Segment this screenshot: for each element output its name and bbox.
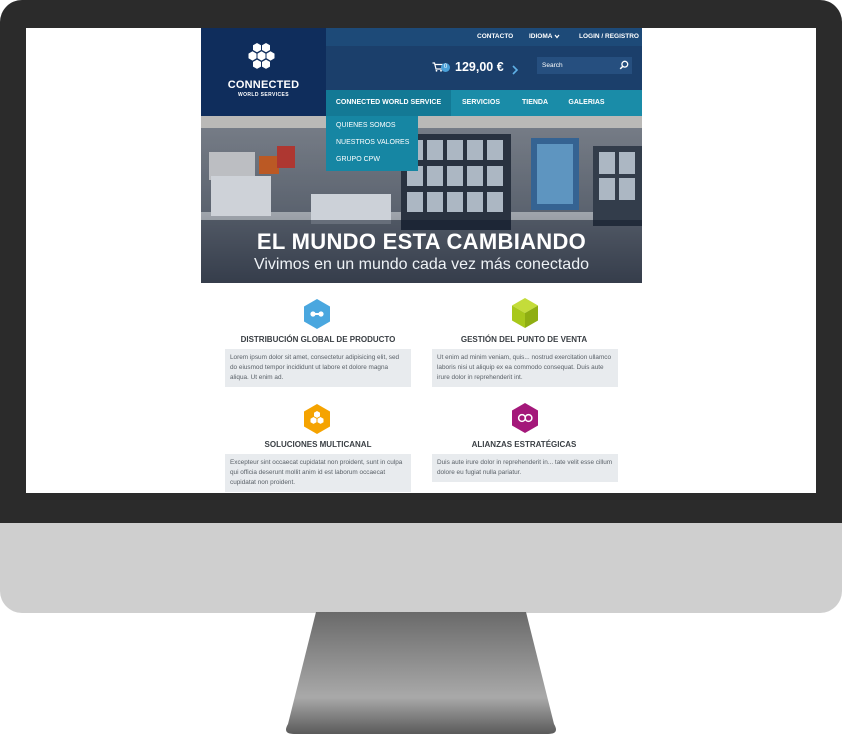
logo-subtitle: WORLD SERVICES — [237, 92, 290, 98]
cube-icon — [512, 298, 538, 328]
hero-title: EL MUNDO ESTA CAMBIANDO — [256, 229, 587, 254]
multichannel-hexagon-icon — [304, 404, 330, 434]
search-icon[interactable] — [619, 60, 629, 70]
feature-title-gestion: GESTIÓN DEL PUNTO DE VENTA — [460, 335, 588, 344]
distribution-hexagon-icon — [304, 299, 330, 329]
idioma-label: IDIOMA — [529, 33, 553, 40]
feature-text-alianzas: Duis aute irure dolor in reprehenderit i… — [432, 454, 618, 482]
chevron-right-icon[interactable] — [511, 64, 519, 76]
login-link[interactable]: LOGIN / REGISTRO — [579, 33, 639, 40]
dropdown-item-quienes-somos[interactable]: QUIENES SOMOS — [336, 122, 396, 129]
feature-text-distribucion: Lorem ipsum dolor sit amet, consectetur … — [225, 349, 411, 387]
feature-title-soluciones: SOLUCIONES MULTICANAL — [264, 440, 372, 449]
dropdown-item-grupo-cpw[interactable]: GRUPO CPW — [336, 156, 380, 163]
nav-item-tienda[interactable]: TIENDA — [511, 90, 559, 116]
idioma-dropdown[interactable]: IDIOMA — [529, 33, 560, 40]
chevron-down-icon — [554, 34, 560, 39]
hero-subtitle: Vivimos en un mundo cada vez más conecta… — [253, 256, 589, 273]
logo[interactable]: CONNECTED WORLD SERVICES — [201, 28, 326, 116]
feature-title-alianzas: ALIANZAS ESTRATÉGICAS — [471, 440, 577, 449]
cart-total[interactable]: 129,00 € — [455, 60, 504, 74]
monitor-screen: CONNECTED WORLD SERVICES CONTACTO IDIOMA… — [26, 28, 816, 493]
header: 0 129,00 € — [326, 46, 642, 90]
nav-item-connected-world-service[interactable]: CONNECTED WORLD SERVICE — [326, 90, 451, 116]
cart-count-badge: 0 — [441, 63, 450, 72]
monitor-chin — [0, 523, 842, 613]
feature-text-gestion: Ut enim ad minim veniam, quis... nostrud… — [432, 349, 618, 387]
search-box — [537, 57, 632, 74]
top-bar: CONTACTO IDIOMA LOGIN / REGISTRO — [326, 28, 642, 46]
hexagon-logo-icon — [248, 43, 275, 69]
nav-item-galerias[interactable]: GALERIAS — [559, 90, 614, 116]
contacto-link[interactable]: CONTACTO — [477, 33, 513, 40]
alliance-hexagon-icon — [512, 403, 538, 433]
website: CONNECTED WORLD SERVICES CONTACTO IDIOMA… — [201, 28, 642, 493]
feature-title-distribucion: DISTRIBUCIÓN GLOBAL DE PRODUCTO — [240, 335, 396, 344]
feature-text-soluciones: Excepteur sint occaecat cupidatat non pr… — [225, 454, 411, 492]
main-nav: CONNECTED WORLD SERVICE SERVICIOS TIENDA… — [326, 90, 642, 116]
nav-dropdown-menu: QUIENES SOMOS NUESTROS VALORES GRUPO CPW — [326, 116, 418, 171]
monitor-stand — [286, 612, 556, 734]
nav-item-servicios[interactable]: SERVICIOS — [451, 90, 511, 116]
search-input[interactable] — [537, 57, 620, 74]
dropdown-item-nuestros-valores[interactable]: NUESTROS VALORES — [336, 139, 409, 146]
hero-banner: EL MUNDO ESTA CAMBIANDO Vivimos en un mu… — [201, 116, 642, 283]
logo-title: CONNECTED — [227, 79, 300, 91]
